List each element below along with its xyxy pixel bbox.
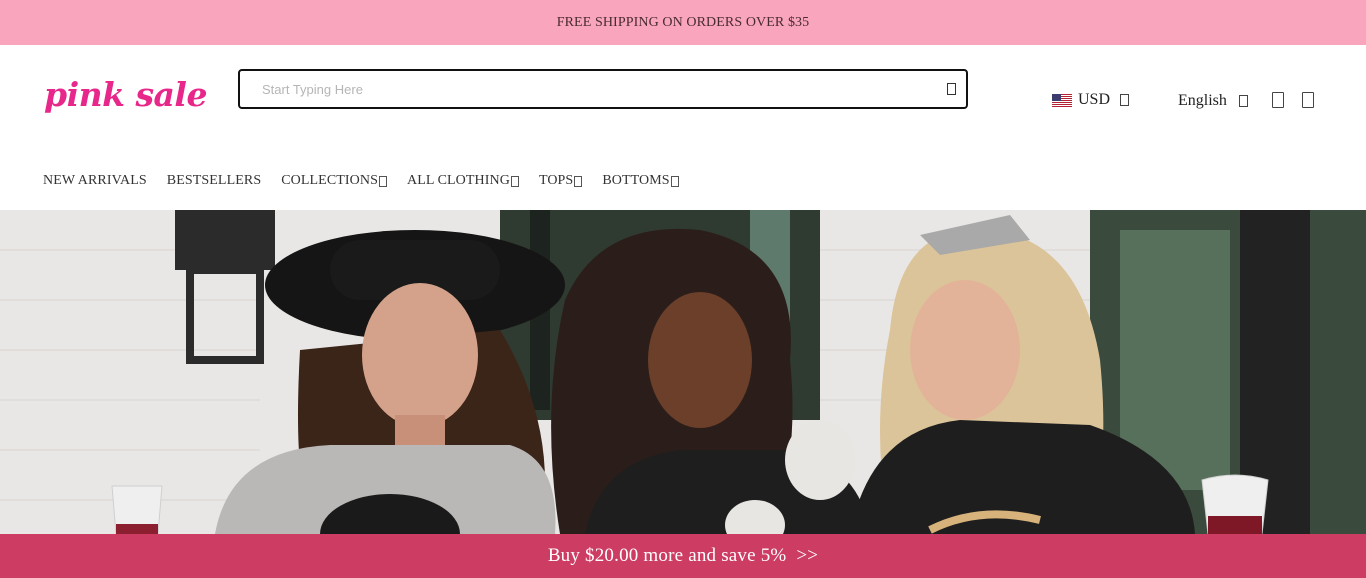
chevron-down-icon	[670, 175, 679, 187]
chevron-down-icon	[510, 175, 519, 187]
nav-item-label: ALL CLOTHING	[406, 173, 510, 188]
nav-item-bestsellers[interactable]: BESTSELLERS	[167, 173, 261, 189]
promo-bar[interactable]: Buy $20.00 more and save 5% >>	[0, 534, 1366, 578]
search-bar	[238, 69, 968, 109]
hero-image	[0, 210, 1366, 534]
chevron-down-icon	[1238, 95, 1248, 107]
announcement-bar: FREE SHIPPING ON ORDERS OVER $35	[0, 0, 1366, 45]
language-label: English	[1178, 92, 1227, 109]
site-header: pink sale USD English NEW ARRIVALS	[0, 45, 1366, 210]
nav-item-new-arrivals[interactable]: NEW ARRIVALS	[43, 173, 147, 189]
chevron-down-icon	[378, 175, 387, 187]
language-selector[interactable]: English	[1178, 92, 1248, 110]
chevron-down-icon	[574, 175, 583, 187]
currency-label: USD	[1078, 91, 1111, 108]
nav-item-collections[interactable]: COLLECTIONS	[281, 173, 387, 189]
announcement-text: FREE SHIPPING ON ORDERS OVER $35	[556, 14, 810, 30]
currency-selector[interactable]: USD	[1052, 91, 1130, 109]
nav-item-label: TOPS	[538, 173, 574, 188]
nav-item-label: COLLECTIONS	[281, 173, 378, 188]
chevron-down-icon	[1120, 94, 1130, 106]
hero-banner[interactable]	[0, 210, 1366, 534]
promo-text: Buy $20.00 more and save 5% >>	[547, 545, 819, 566]
nav-item-label: BOTTOMS	[602, 173, 670, 188]
us-flag-icon	[1052, 93, 1072, 107]
main-nav: NEW ARRIVALS BESTSELLERS COLLECTIONS ALL…	[43, 173, 679, 189]
nav-item-label: NEW ARRIVALS	[43, 173, 147, 188]
cart-icon[interactable]	[1302, 92, 1314, 108]
brand-logo[interactable]: pink sale	[44, 75, 207, 114]
nav-item-all-clothing[interactable]: ALL CLOTHING	[407, 173, 519, 189]
search-icon[interactable]	[936, 71, 966, 107]
nav-item-label: BESTSELLERS	[166, 173, 262, 188]
account-icon[interactable]	[1272, 92, 1284, 108]
search-input[interactable]	[240, 71, 936, 107]
nav-item-bottoms[interactable]: BOTTOMS	[602, 173, 679, 189]
nav-item-tops[interactable]: TOPS	[538, 173, 583, 189]
